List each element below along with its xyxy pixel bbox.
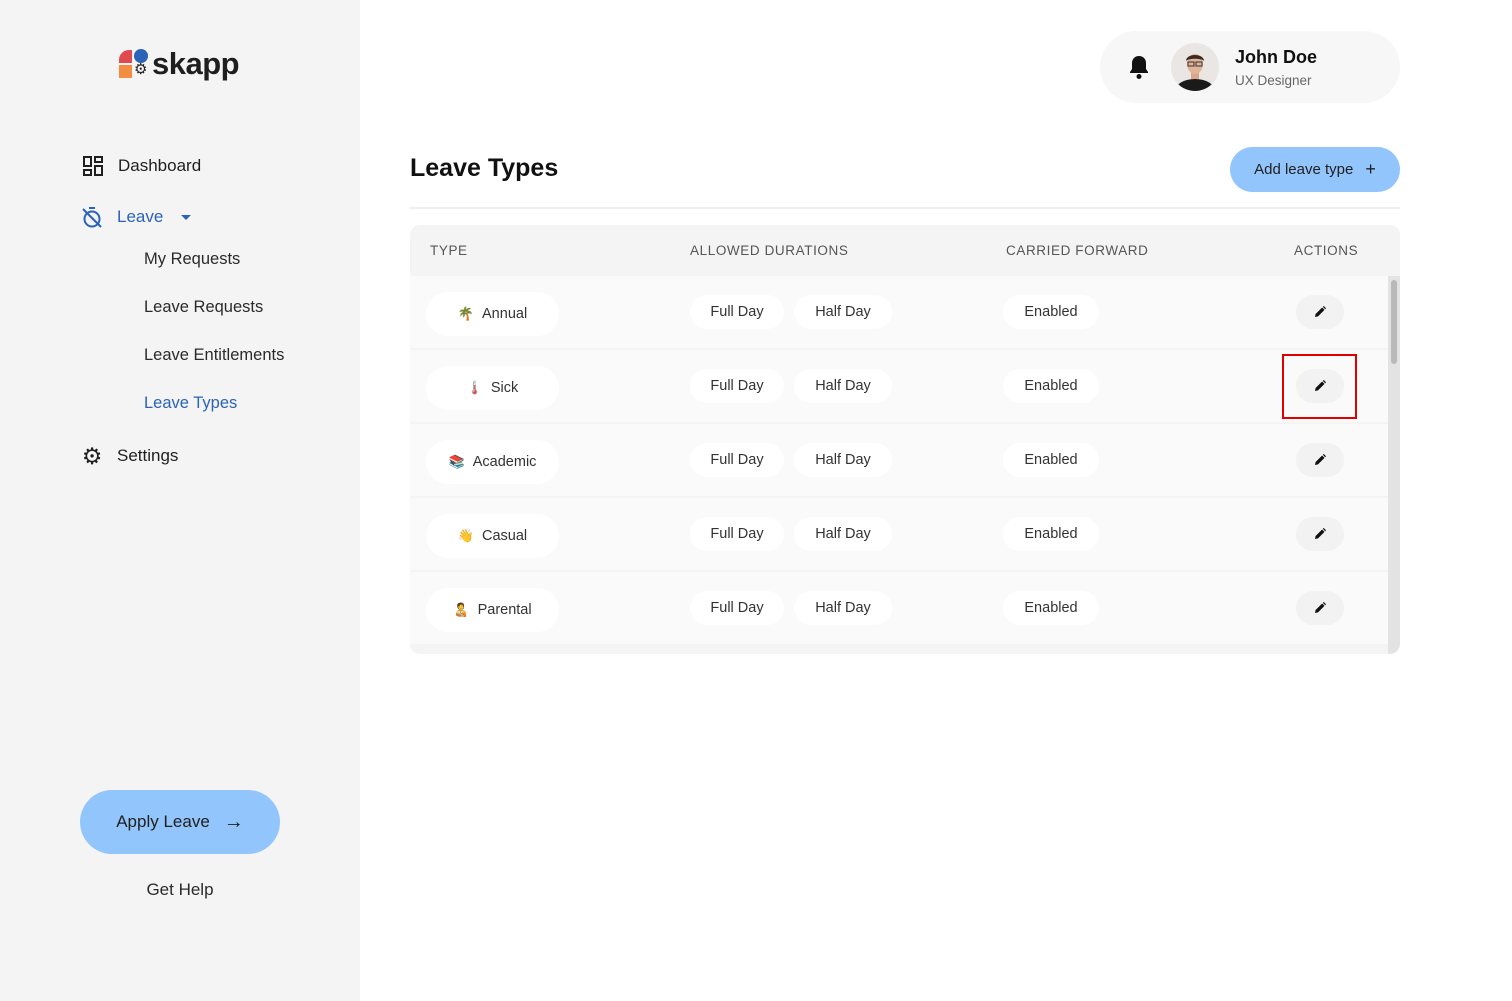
table-row: 👋 Casual Full Day Half Day Enabled xyxy=(410,498,1388,570)
pencil-icon xyxy=(1315,454,1326,465)
type-chip: 🧑‍🍼 Parental xyxy=(426,588,559,632)
sidebar-item-settings[interactable]: ⚙ Settings xyxy=(81,443,179,469)
pencil-icon xyxy=(1315,602,1326,613)
carried-forward-chip: Enabled xyxy=(1003,295,1099,329)
column-header-allowed-durations: ALLOWED DURATIONS xyxy=(690,243,849,258)
type-chip: 👋 Casual xyxy=(426,514,559,558)
sidebar-subitem-leave-requests[interactable]: Leave Requests xyxy=(144,298,263,317)
column-header-carried-forward: CARRIED FORWARD xyxy=(1006,243,1149,258)
waving-hand-icon: 👋 xyxy=(457,528,475,543)
sidebar-item-label: Dashboard xyxy=(118,156,202,175)
chevron-down-icon[interactable] xyxy=(181,214,192,220)
books-icon: 📚 xyxy=(448,454,465,469)
duration-chip-half-day: Half Day xyxy=(794,369,892,403)
sidebar-item-label: Leave xyxy=(117,207,164,226)
add-leave-type-label: Add leave type xyxy=(1254,161,1354,178)
plus-icon: + xyxy=(1365,159,1376,179)
thermometer-icon: 🌡️ xyxy=(466,380,483,395)
table-row: 📚 Academic Full Day Half Day Enabled xyxy=(410,424,1388,496)
column-header-actions: ACTIONS xyxy=(1294,243,1359,258)
duration-chip-half-day: Half Day xyxy=(794,517,892,551)
sidebar-subitem-leave-entitlements[interactable]: Leave Entitlements xyxy=(144,346,284,365)
sidebar-subitem-my-requests[interactable]: My Requests xyxy=(144,250,240,269)
leave-types-table: TYPE ALLOWED DURATIONS CARRIED FORWARD A… xyxy=(410,225,1400,654)
table-scrollbar[interactable] xyxy=(1388,276,1400,654)
duration-chip-half-day: Half Day xyxy=(794,443,892,477)
bell-icon[interactable] xyxy=(1127,54,1151,80)
dashboard-icon xyxy=(82,155,104,177)
table-body: 🌴 Annual Full Day Half Day Enabled 🌡️ Sick… xyxy=(410,276,1388,646)
pencil-icon xyxy=(1315,528,1326,539)
user-name: John Doe xyxy=(1235,47,1318,67)
edit-button[interactable] xyxy=(1296,369,1344,403)
duration-chip-full-day: Full Day xyxy=(690,295,784,329)
page-title: Leave Types xyxy=(410,154,559,182)
logo[interactable]: ⚙ skapp xyxy=(119,46,240,82)
duration-chip-full-day: Full Day xyxy=(690,443,784,477)
table-row: 🌡️ Sick Full Day Half Day Enabled xyxy=(410,350,1388,422)
timer-off-icon xyxy=(81,206,103,228)
profile-card: John Doe UX Designer xyxy=(1100,31,1400,103)
avatar[interactable] xyxy=(1171,43,1219,91)
sidebar-subitem-leave-types[interactable]: Leave Types xyxy=(144,394,237,413)
sidebar-item-leave[interactable]: Leave xyxy=(81,206,192,228)
sidebar-item-dashboard[interactable]: Dashboard xyxy=(82,155,201,177)
pencil-icon xyxy=(1315,306,1326,317)
scrollbar-thumb[interactable] xyxy=(1391,280,1397,364)
arrow-right-icon: → xyxy=(223,810,244,833)
column-header-type: TYPE xyxy=(430,243,468,258)
table-header: TYPE ALLOWED DURATIONS CARRIED FORWARD A… xyxy=(410,225,1388,276)
type-chip: 🌴 Annual xyxy=(426,292,559,336)
carried-forward-chip: Enabled xyxy=(1003,443,1099,477)
palm-tree-icon: 🌴 xyxy=(457,306,475,321)
user-role: UX Designer xyxy=(1235,73,1312,88)
duration-chip-half-day: Half Day xyxy=(794,591,892,625)
get-help-link[interactable]: Get Help xyxy=(0,880,360,900)
divider xyxy=(410,207,1400,209)
carried-forward-chip: Enabled xyxy=(1003,369,1099,403)
apply-leave-button[interactable]: Apply Leave → xyxy=(80,790,280,854)
add-leave-type-button[interactable]: Add leave type + xyxy=(1230,147,1400,192)
pencil-icon xyxy=(1315,380,1326,391)
table-row: 🧑‍🍼 Parental Full Day Half Day Enabled xyxy=(410,572,1388,644)
apply-leave-label: Apply Leave xyxy=(116,812,210,831)
table-row: 🌴 Annual Full Day Half Day Enabled xyxy=(410,276,1388,348)
carried-forward-chip: Enabled xyxy=(1003,517,1099,551)
edit-button[interactable] xyxy=(1296,443,1344,477)
sidebar-item-label: Settings xyxy=(117,446,179,465)
gear-icon: ⚙ xyxy=(81,443,103,469)
edit-button[interactable] xyxy=(1296,295,1344,329)
type-chip: 📚 Academic xyxy=(426,440,559,484)
duration-chip-half-day: Half Day xyxy=(794,295,892,329)
type-chip: 🌡️ Sick xyxy=(426,366,559,410)
duration-chip-full-day: Full Day xyxy=(690,517,784,551)
duration-chip-full-day: Full Day xyxy=(690,591,784,625)
edit-button[interactable] xyxy=(1296,591,1344,625)
duration-chip-full-day: Full Day xyxy=(690,369,784,403)
carried-forward-chip: Enabled xyxy=(1003,591,1099,625)
edit-button[interactable] xyxy=(1296,517,1344,551)
person-feeding-baby-icon: 🧑‍🍼 xyxy=(453,602,470,617)
logo-text: skapp xyxy=(152,46,240,81)
sidebar: ⚙ skapp Dashboard Leave My Requests Leav… xyxy=(0,0,360,1001)
logo-mark-icon: ⚙ xyxy=(119,48,149,80)
